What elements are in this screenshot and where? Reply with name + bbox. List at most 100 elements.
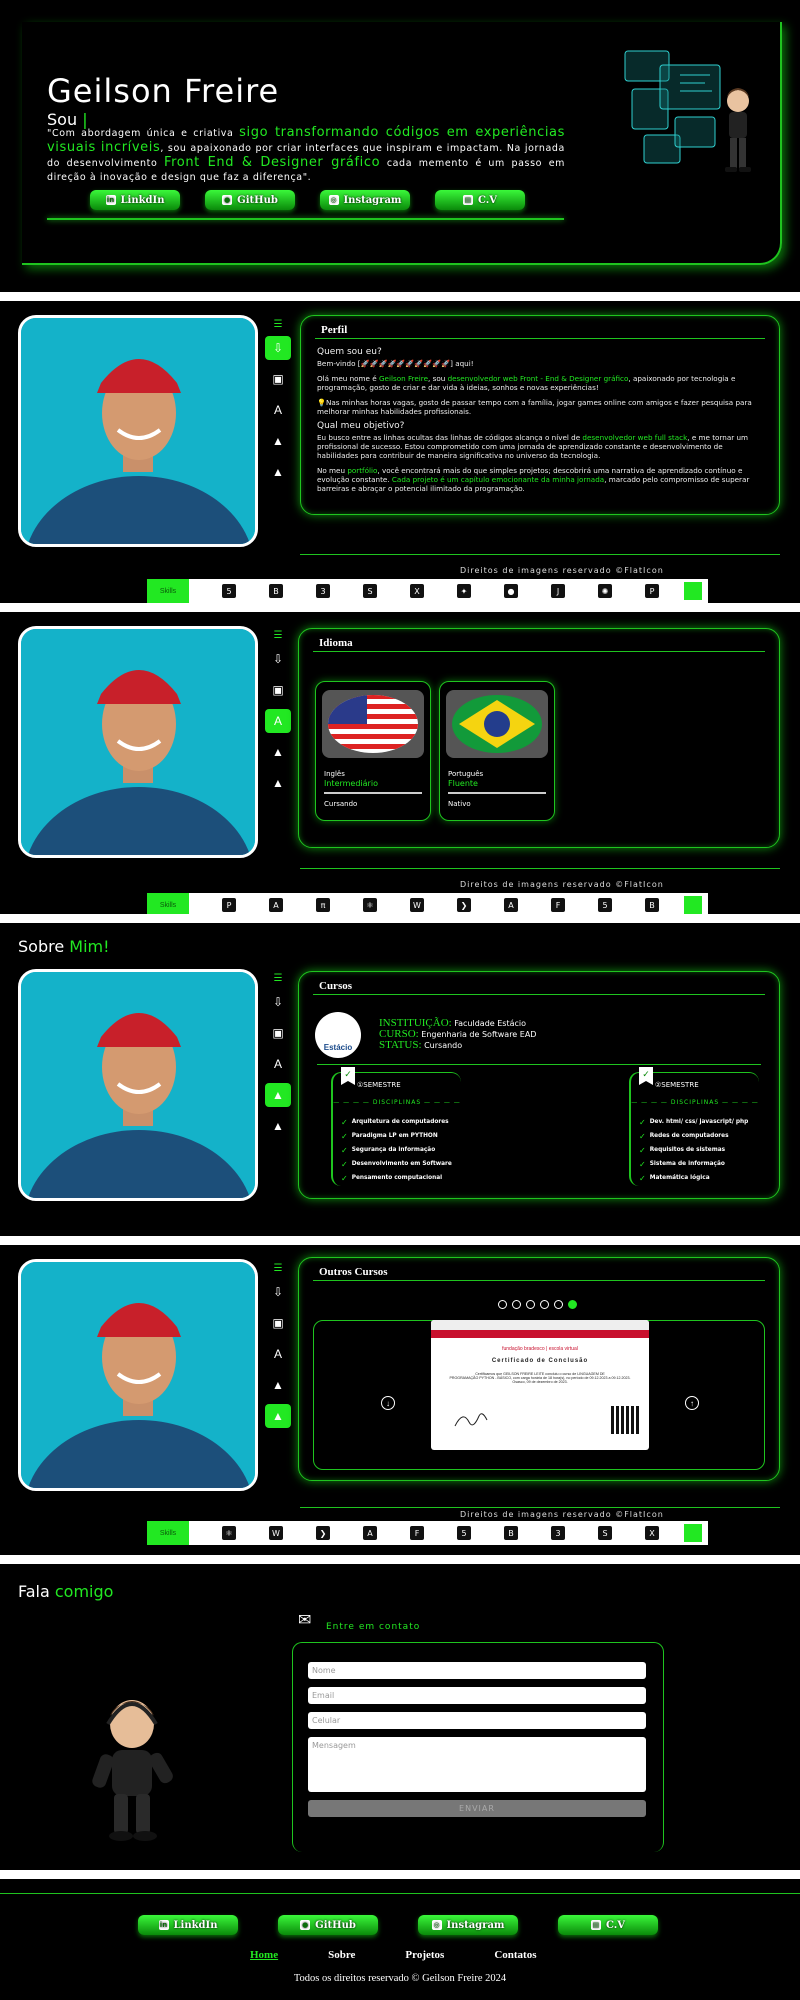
name-field[interactable]: Nome xyxy=(308,1662,646,1679)
illustrator-icon: A xyxy=(269,898,283,912)
menu-icon[interactable]: ☰ xyxy=(274,630,283,641)
translate-icon[interactable]: A xyxy=(265,709,291,733)
instagram-button[interactable]: ◎ Instagram xyxy=(418,1915,518,1935)
carousel-dot-active[interactable] xyxy=(568,1300,577,1309)
text: , sou xyxy=(428,374,448,383)
graduation-cap-icon[interactable]: ▲ xyxy=(265,1404,291,1428)
download-icon[interactable]: ⇩ xyxy=(265,990,291,1014)
copyright: Todos os direitos reservado © Geilson Fr… xyxy=(293,1973,507,1984)
skills-tab[interactable]: Skills xyxy=(147,579,189,603)
cv-button[interactable]: ▤ C.V xyxy=(558,1915,658,1935)
item-text: Matemática lógica xyxy=(649,1175,710,1181)
graduation-cap-icon[interactable]: ▲ xyxy=(265,771,291,795)
credits-line xyxy=(300,554,780,555)
graduation-cap-icon[interactable]: ▲ xyxy=(265,1373,291,1397)
item-text: Dev. html/ css/ javascript/ php xyxy=(649,1119,749,1125)
person-photo xyxy=(21,1262,255,1488)
briefcase-icon[interactable]: ▣ xyxy=(265,1311,291,1335)
phone-field[interactable]: Celular xyxy=(308,1712,646,1729)
cv-label: C.V xyxy=(477,194,498,206)
language-name: Português xyxy=(448,770,484,778)
nav-sobre[interactable]: Sobre xyxy=(328,1949,355,1961)
translate-icon[interactable]: A xyxy=(265,398,291,422)
semester-label: ①SEMESTRE xyxy=(357,1081,401,1089)
linkedin-button[interactable]: in LinkdIn xyxy=(90,190,180,210)
briefcase-icon[interactable]: ▣ xyxy=(265,367,291,391)
nav-contatos[interactable]: Contatos xyxy=(494,1949,536,1961)
html-icon: 5 xyxy=(598,898,612,912)
cartoon-avatar-icon xyxy=(725,88,751,172)
perfil-text: Quem sou eu? Bem-vindo [🚀🚀🚀🚀🚀🚀🚀🚀🚀🚀] aqui… xyxy=(317,348,765,499)
download-icon[interactable]: ⇩ xyxy=(265,1280,291,1304)
person-photo xyxy=(21,972,255,1198)
disciplinas-label: — — — — DISCIPLINAS — — — — xyxy=(333,1099,461,1106)
perfil-question: Quem sou eu? xyxy=(317,347,382,357)
python-icon: π xyxy=(316,898,330,912)
graduation-cap-icon[interactable]: ▲ xyxy=(265,1083,291,1107)
brazil-flag-icon xyxy=(446,690,548,758)
briefcase-icon[interactable]: ▣ xyxy=(265,1021,291,1045)
css-icon: 3 xyxy=(551,1526,565,1540)
panel-title: Cursos xyxy=(319,980,353,992)
download-icon[interactable]: ⇩ xyxy=(265,647,291,671)
language-bar xyxy=(448,792,546,794)
language-card: Português Fluente Nativo xyxy=(439,681,555,821)
menu-icon[interactable]: ☰ xyxy=(274,319,283,330)
panel-title: Perfil xyxy=(321,324,348,336)
highlight: desenvolvedor web full stack xyxy=(582,433,688,442)
next-arrow-icon[interactable]: ↑ xyxy=(685,1396,699,1410)
menu-icon[interactable]: ☰ xyxy=(274,973,283,984)
graduation-cap-icon[interactable]: ▲ xyxy=(265,1114,291,1138)
list-item: ✓ Desenvolvimento em Software xyxy=(341,1157,452,1171)
credits-text: Direitos de imagens reservado ©FlatIcon xyxy=(460,566,664,575)
network-icon: ✺ xyxy=(598,584,612,598)
github-button[interactable]: ● GitHub xyxy=(205,190,295,210)
disc-text: DISCIPLINAS xyxy=(670,1099,720,1106)
briefcase-icon[interactable]: ▣ xyxy=(265,678,291,702)
email-field[interactable]: Email xyxy=(308,1687,646,1704)
label: STATUS: xyxy=(379,1039,422,1051)
cv-button[interactable]: ▤ C.V xyxy=(435,190,525,210)
carousel-dot[interactable] xyxy=(540,1300,549,1309)
section-separator xyxy=(0,914,800,923)
list-item: ✓ Dev. html/ css/ javascript/ php xyxy=(639,1115,748,1129)
disciplinas-label: — — — — DISCIPLINAS — — — — xyxy=(631,1099,759,1106)
figma-icon: F xyxy=(410,1526,424,1540)
perfil-paragraph: Eu busco entre as linhas ocultas das lin… xyxy=(317,433,765,460)
prev-arrow-icon[interactable]: ↓ xyxy=(381,1396,395,1410)
profile-photo xyxy=(18,969,258,1201)
perfil-welcome: Bem-vindo [🚀🚀🚀🚀🚀🚀🚀🚀🚀🚀] aqui! xyxy=(317,359,474,368)
graduation-cap-icon[interactable]: ▲ xyxy=(265,740,291,764)
carousel-dot[interactable] xyxy=(526,1300,535,1309)
contact-form: Nome Email Celular Mensagem ENVIAR xyxy=(308,1662,646,1817)
translate-icon[interactable]: A xyxy=(265,1052,291,1076)
github-button[interactable]: ● GitHub xyxy=(278,1915,378,1935)
graduation-cap-icon[interactable]: ▲ xyxy=(265,460,291,484)
section-separator xyxy=(0,603,800,612)
certificate-image: fundação bradesco | escola virtual Certi… xyxy=(431,1320,649,1450)
carousel-dot[interactable] xyxy=(512,1300,521,1309)
cert-header xyxy=(431,1320,649,1330)
graduation-cap-icon[interactable]: ▲ xyxy=(265,429,291,453)
download-icon[interactable]: ⇩ xyxy=(265,336,291,360)
linkedin-label: LinkdIn xyxy=(173,1919,218,1931)
footer-nav: Home Sobre Projetos Contatos xyxy=(250,1949,537,1961)
footer: in LinkdIn ● GitHub ◎ Instagram ▤ C.V Home S… xyxy=(0,1879,800,2000)
sobre-section: Sobre Mim! ☰ ⇩ ▣ A ▲ ▲ Cursos Estácio IN… xyxy=(0,923,800,1236)
translate-icon[interactable]: A xyxy=(265,1342,291,1366)
linkedin-button[interactable]: in LinkdIn xyxy=(138,1915,238,1935)
react-icon: ⚛ xyxy=(363,898,377,912)
section-separator xyxy=(0,1870,800,1879)
carousel-dot[interactable] xyxy=(554,1300,563,1309)
instagram-button[interactable]: ◎ Instagram xyxy=(320,190,410,210)
message-field[interactable]: Mensagem xyxy=(308,1737,646,1792)
skills-tab[interactable]: Skills xyxy=(147,1521,189,1545)
nav-projetos[interactable]: Projetos xyxy=(405,1949,444,1961)
carousel-dot[interactable] xyxy=(498,1300,507,1309)
menu-icon[interactable]: ☰ xyxy=(274,1263,283,1274)
send-button[interactable]: ENVIAR xyxy=(308,1800,646,1817)
text: Eu busco entre as linhas ocultas das lin… xyxy=(317,433,583,442)
document-icon: ▤ xyxy=(462,195,473,205)
outros-sidebar: ☰ ⇩ ▣ A ▲ ▲ xyxy=(263,1263,293,1428)
nav-home[interactable]: Home xyxy=(250,1949,278,1961)
